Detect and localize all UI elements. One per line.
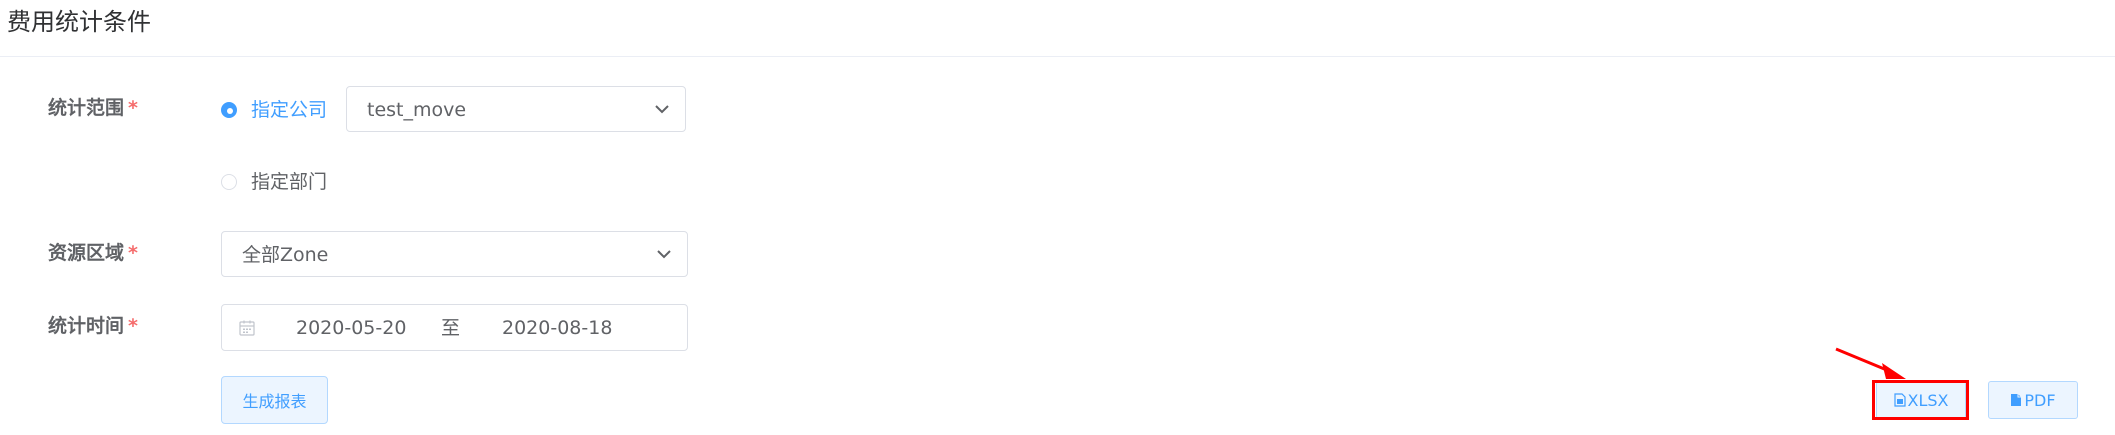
region-label-text: 资源区域 bbox=[48, 242, 125, 264]
page-title: 费用统计条件 bbox=[7, 8, 151, 36]
calendar-icon bbox=[239, 320, 255, 336]
radio-company-label: 指定公司 bbox=[251, 99, 328, 121]
xlsx-file-icon bbox=[1893, 393, 1906, 407]
export-xlsx-button[interactable]: XLSX bbox=[1876, 381, 1966, 419]
company-select[interactable]: test_move bbox=[346, 86, 686, 132]
required-mark: * bbox=[128, 97, 138, 119]
export-xlsx-label: XLSX bbox=[1907, 390, 1949, 410]
region-select-value: 全部Zone bbox=[242, 244, 329, 266]
title-divider bbox=[0, 56, 2115, 57]
required-mark: * bbox=[128, 242, 138, 264]
radio-department-label: 指定部门 bbox=[251, 171, 328, 193]
scope-label: 统计范围 * bbox=[48, 96, 138, 120]
radio-circle-checked bbox=[221, 102, 237, 118]
time-label-text: 统计时间 bbox=[48, 315, 125, 337]
company-select-value: test_move bbox=[367, 99, 467, 121]
required-mark: * bbox=[128, 315, 138, 337]
export-pdf-button[interactable]: PDF bbox=[1988, 381, 2078, 419]
radio-company[interactable]: 指定公司 bbox=[221, 98, 327, 122]
region-select[interactable]: 全部Zone bbox=[221, 231, 688, 277]
chevron-down-icon bbox=[655, 105, 669, 114]
end-date-input[interactable]: 2020-08-18 bbox=[502, 316, 612, 340]
chevron-down-icon bbox=[657, 250, 671, 259]
radio-department[interactable]: 指定部门 bbox=[221, 170, 327, 194]
annotation-arrow-icon bbox=[1835, 347, 1906, 379]
generate-report-button[interactable]: 生成报表 bbox=[221, 376, 328, 424]
date-range-picker[interactable]: 2020-05-20 至 2020-08-18 bbox=[221, 304, 688, 351]
region-label: 资源区域 * bbox=[48, 241, 138, 265]
radio-circle-unchecked bbox=[221, 174, 237, 190]
start-date-input[interactable]: 2020-05-20 bbox=[296, 316, 406, 340]
range-separator: 至 bbox=[441, 317, 461, 339]
export-pdf-label: PDF bbox=[2024, 390, 2056, 410]
scope-label-text: 统计范围 bbox=[48, 97, 125, 119]
time-label: 统计时间 * bbox=[48, 314, 138, 338]
pdf-file-icon bbox=[2011, 394, 2022, 406]
